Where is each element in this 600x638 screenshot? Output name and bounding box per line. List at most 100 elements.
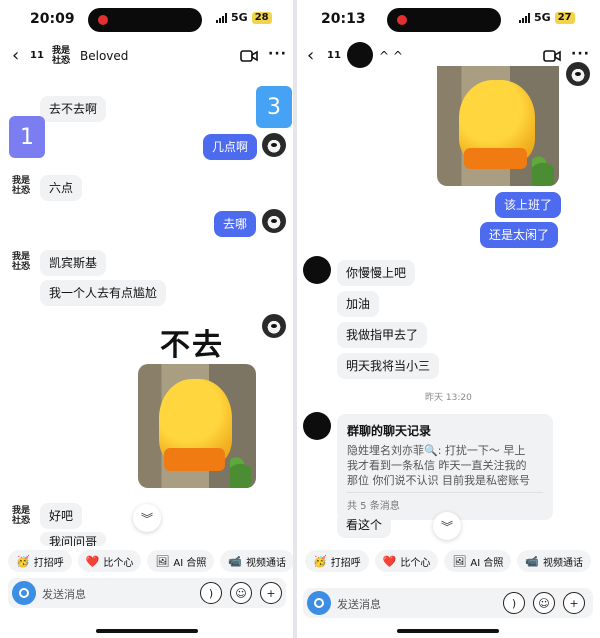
quick-action-ai-photo[interactable]: 🖼 AI 合照 bbox=[147, 550, 215, 572]
message-bubble[interactable]: 我问问哥 bbox=[40, 532, 107, 546]
scroll-down-icon[interactable]: ︾ bbox=[133, 504, 161, 532]
quick-action-heart[interactable]: ❤️ 比个心 bbox=[77, 550, 142, 572]
chip-label: 比个心 bbox=[400, 557, 431, 569]
header-nickname: 我是社恐 bbox=[52, 46, 71, 66]
video-icon: 📹 bbox=[525, 554, 540, 568]
dog-avatar[interactable] bbox=[262, 314, 286, 338]
plus-icon[interactable]: + bbox=[260, 582, 282, 604]
message-bubble[interactable]: 还是太闲了 bbox=[480, 222, 559, 248]
back-icon[interactable]: ‹ bbox=[12, 45, 19, 66]
dynamic-island bbox=[387, 8, 501, 32]
message-input[interactable]: 发送消息 bbox=[337, 596, 381, 612]
voice-input-icon[interactable] bbox=[12, 581, 36, 605]
home-indicator bbox=[96, 629, 198, 633]
message-bubble[interactable]: 明天我将当小三 bbox=[337, 353, 440, 379]
status-time: 20:13 bbox=[321, 11, 366, 27]
unread-count: 11 bbox=[327, 50, 341, 61]
voice-input-icon[interactable] bbox=[307, 591, 331, 615]
message-input[interactable]: 发送消息 bbox=[42, 586, 86, 602]
quick-action-greet[interactable]: 🥳 打招呼 bbox=[305, 550, 369, 572]
message-bubble[interactable]: 好吧 bbox=[40, 503, 83, 529]
duck-shorts bbox=[163, 448, 226, 471]
ai-photo-icon: 🖼 bbox=[155, 554, 170, 568]
message-bubble[interactable]: 看这个 bbox=[337, 512, 392, 538]
more-icon[interactable]: ··· bbox=[571, 46, 590, 62]
video-icon: 📹 bbox=[228, 554, 243, 568]
chip-label: AI 合照 bbox=[173, 557, 207, 569]
chip-label: 打招呼 bbox=[330, 557, 361, 569]
plant-figure bbox=[532, 142, 555, 186]
quick-action-greet[interactable]: 🥳 打招呼 bbox=[8, 550, 72, 572]
message-bubble[interactable]: 六点 bbox=[40, 175, 83, 201]
status-bar: 20:09 5G 28 bbox=[0, 0, 293, 40]
more-icon[interactable]: ··· bbox=[268, 46, 287, 62]
sender-nickname: 我是社恐 bbox=[12, 252, 31, 272]
duck-sticker-image[interactable] bbox=[138, 364, 256, 488]
chat-header: ‹ 11 我是社恐 Beloved ··· bbox=[0, 42, 293, 72]
message-input-bar[interactable]: 发送消息 ) ☺ + bbox=[303, 588, 593, 618]
quick-actions: 🥳 打招呼 ❤️ 比个心 🖼 AI 合照 📹 视频通话 bbox=[0, 550, 293, 574]
party-icon: 🥳 bbox=[313, 554, 327, 568]
heart-icon: ❤️ bbox=[85, 554, 100, 568]
duck-sticker-image[interactable] bbox=[437, 66, 559, 186]
emoji-icon[interactable]: ☺ bbox=[230, 582, 252, 604]
chat-title: ^ ^ bbox=[379, 49, 403, 63]
keypad-badge-1: 1 bbox=[9, 116, 45, 158]
dynamic-island bbox=[88, 8, 202, 32]
quick-action-heart[interactable]: ❤️ 比个心 bbox=[374, 550, 439, 572]
chip-label: 视频通话 bbox=[246, 557, 287, 569]
unread-count: 11 bbox=[30, 50, 44, 61]
plus-icon[interactable]: + bbox=[563, 592, 585, 614]
scroll-down-icon[interactable]: ︾ bbox=[433, 512, 461, 540]
chip-label: 视频通话 bbox=[543, 557, 584, 569]
network-label: 5G bbox=[231, 11, 248, 24]
chat-card-body: 隐姓埋名刘亦菲🔍: 打扰一下～ 早上 我才看到一条私信 昨天一直关注我的 那位 … bbox=[347, 444, 530, 487]
message-bubble[interactable]: 凯宾斯基 bbox=[40, 250, 107, 276]
contact-avatar[interactable] bbox=[303, 256, 331, 284]
signal-icon bbox=[216, 12, 227, 23]
dog-avatar[interactable] bbox=[566, 62, 590, 86]
message-bubble[interactable]: 去不去啊 bbox=[40, 96, 107, 122]
plant-figure bbox=[230, 443, 252, 488]
status-indicators: 5G 28 bbox=[216, 11, 272, 24]
status-bar: 20:13 5G 27 bbox=[297, 0, 600, 40]
emoji-icon[interactable]: ☺ bbox=[533, 592, 555, 614]
heart-icon: ❤️ bbox=[382, 554, 397, 568]
quick-action-video-call[interactable]: 📹 视频通话 bbox=[220, 550, 293, 572]
home-indicator bbox=[397, 629, 499, 633]
video-call-icon[interactable] bbox=[543, 50, 561, 62]
video-call-icon[interactable] bbox=[240, 50, 258, 62]
signal-icon bbox=[519, 12, 530, 23]
forwarded-chat-card[interactable]: 群聊的聊天记录 隐姓埋名刘亦菲🔍: 打扰一下～ 早上 我才看到一条私信 昨天一直… bbox=[337, 414, 553, 520]
status-indicators: 5G 27 bbox=[519, 11, 575, 24]
duck-shorts bbox=[463, 147, 528, 170]
audio-icon[interactable]: ) bbox=[503, 592, 525, 614]
message-bubble[interactable]: 加油 bbox=[337, 291, 380, 317]
message-bubble[interactable]: 几点啊 bbox=[203, 134, 258, 160]
message-bubble[interactable]: 我做指甲去了 bbox=[337, 322, 428, 348]
quick-action-ai-photo[interactable]: 🖼 AI 合照 bbox=[444, 550, 512, 572]
sender-nickname: 我是社恐 bbox=[12, 506, 31, 526]
timestamp-separator: 昨天 13:20 bbox=[425, 393, 472, 403]
back-icon[interactable]: ‹ bbox=[307, 45, 314, 66]
sender-nickname: 我是社恐 bbox=[12, 176, 31, 196]
chip-label: 比个心 bbox=[103, 557, 134, 569]
message-bubble[interactable]: 去哪 bbox=[214, 211, 257, 237]
quick-action-video-call[interactable]: 📹 视频通话 bbox=[517, 550, 592, 572]
message-bubble[interactable]: 该上班了 bbox=[495, 192, 562, 218]
message-input-bar[interactable]: 发送消息 ) ☺ + bbox=[8, 578, 286, 608]
status-time: 20:09 bbox=[30, 11, 75, 27]
keypad-badge-3: 3 bbox=[256, 86, 292, 128]
contact-avatar[interactable] bbox=[303, 412, 331, 440]
battery-badge: 28 bbox=[251, 11, 272, 24]
chat-card-footer: 共 5 条消息 bbox=[347, 492, 543, 512]
audio-icon[interactable]: ) bbox=[200, 582, 222, 604]
dog-avatar[interactable] bbox=[262, 209, 286, 233]
recording-dot-icon bbox=[397, 15, 407, 25]
dog-avatar[interactable] bbox=[262, 133, 286, 157]
message-bubble[interactable]: 我一个人去有点尴尬 bbox=[40, 280, 167, 306]
ai-photo-icon: 🖼 bbox=[452, 554, 467, 568]
message-bubble[interactable]: 你慢慢上吧 bbox=[337, 260, 416, 286]
party-icon: 🥳 bbox=[16, 554, 30, 568]
contact-avatar[interactable] bbox=[347, 42, 373, 68]
